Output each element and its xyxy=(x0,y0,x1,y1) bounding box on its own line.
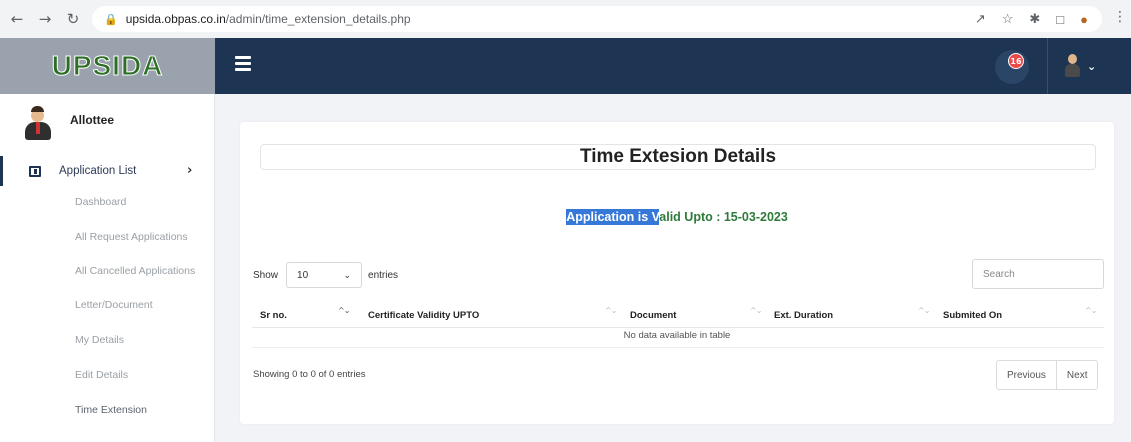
pagination: Previous Next xyxy=(996,360,1099,390)
validity-selected-text: Application is V xyxy=(566,209,660,225)
table-divider xyxy=(252,347,1104,348)
table-info: Showing 0 to 0 of 0 entries xyxy=(253,369,366,380)
sort-icon[interactable]: ^⌄ xyxy=(750,306,762,315)
column-header-certificate-validity[interactable]: Certificate Validity UPTO xyxy=(368,302,479,328)
next-button[interactable]: Next xyxy=(1055,361,1098,389)
sidebar: Allottee Application List › Dashboard Al… xyxy=(0,94,215,442)
forward-icon[interactable]: → xyxy=(34,8,56,30)
empty-table-message: No data available in table xyxy=(623,330,731,341)
page-title: Time Extesion Details xyxy=(579,146,777,167)
details-card: Time Extesion Details Application is Val… xyxy=(240,122,1114,424)
entries-length-control: Show 10 ⌄ entries xyxy=(253,262,398,288)
menu-kebab-icon[interactable]: ⋮ xyxy=(1113,9,1127,25)
table-header: Sr no. ^⌄ Certificate Validity UPTO ^⌄ D… xyxy=(252,302,1104,328)
sidebar-item-edit-details[interactable]: Edit Details xyxy=(75,369,128,381)
sort-icon[interactable]: ^⌄ xyxy=(605,306,617,315)
column-header-ext-duration[interactable]: Ext. Duration xyxy=(774,302,833,328)
address-bar[interactable]: 🔒 upsida.obpas.co.in/admin/time_extensio… xyxy=(92,6,1102,32)
user-avatar-icon xyxy=(1063,54,1081,78)
hamburger-menu-icon[interactable] xyxy=(235,56,251,71)
book-icon xyxy=(29,165,41,177)
profile-name: Allottee xyxy=(70,113,115,127)
profile-icon[interactable]: ● xyxy=(1080,12,1088,27)
entries-label: entries xyxy=(368,269,399,281)
logo: UPSIDA xyxy=(51,50,164,82)
chevron-right-icon: › xyxy=(187,163,193,178)
navbar-divider xyxy=(1047,38,1048,94)
star-icon[interactable]: ☆ xyxy=(1002,11,1014,27)
column-header-submitted-on[interactable]: Submited On xyxy=(943,302,1002,328)
column-header-document[interactable]: Document xyxy=(630,302,676,328)
search-input[interactable]: Search xyxy=(972,259,1104,289)
entries-select-value: 10 xyxy=(297,269,309,281)
top-navbar: 16 ⌄ xyxy=(215,38,1131,94)
chevron-down-icon: ⌄ xyxy=(1087,59,1097,73)
url-domain: upsida.obpas.co.in xyxy=(125,12,226,26)
notification-badge: 16 xyxy=(1008,53,1024,69)
sort-icon[interactable]: ^⌄ xyxy=(918,306,930,315)
sidebar-item-time-extension[interactable]: Time Extension xyxy=(75,404,147,416)
back-icon[interactable]: ← xyxy=(6,8,28,30)
sidebar-item-dashboard[interactable]: Dashboard xyxy=(75,196,126,208)
column-header-sr-no[interactable]: Sr no. xyxy=(260,302,287,328)
extensions-icon[interactable]: ✱ xyxy=(1029,11,1040,27)
sidebar-item-application-list[interactable]: Application List › xyxy=(0,156,215,186)
sidebar-item-all-request-applications[interactable]: All Request Applications xyxy=(75,231,188,243)
sort-icon[interactable]: ^⌄ xyxy=(1085,306,1097,315)
validity-rest-text: alid Upto : 15-03-2023 xyxy=(659,210,788,224)
reload-icon[interactable]: ↻ xyxy=(62,8,84,30)
share-icon[interactable]: ↗ xyxy=(975,11,986,27)
sidebar-item-all-cancelled-applications[interactable]: All Cancelled Applications xyxy=(75,265,195,277)
lock-icon: 🔒 xyxy=(104,13,118,26)
browser-toolbar: ← → ↻ 🔒 upsida.obpas.co.in/admin/time_ex… xyxy=(0,0,1131,38)
logo-area[interactable]: UPSIDA xyxy=(0,38,215,94)
show-label: Show xyxy=(253,269,279,281)
sidebar-item-my-details[interactable]: My Details xyxy=(75,334,124,346)
sidebar-profile: Allottee xyxy=(24,106,114,140)
search-placeholder: Search xyxy=(983,268,1015,280)
page-title-box: Time Extesion Details xyxy=(260,144,1096,170)
previous-button[interactable]: Previous xyxy=(997,361,1056,389)
entries-select[interactable]: 10 ⌄ xyxy=(286,262,363,288)
validity-text: Application is Valid Upto : 15-03-2023 xyxy=(240,209,1114,225)
chevron-down-icon: ⌄ xyxy=(343,269,352,280)
user-menu-button[interactable]: ⌄ xyxy=(1063,52,1118,80)
sidebar-section-label: Application List xyxy=(59,165,137,177)
window-icon[interactable]: □ xyxy=(1056,12,1064,27)
sort-icon[interactable]: ^⌄ xyxy=(338,306,350,315)
sidebar-item-letter-document[interactable]: Letter/Document xyxy=(75,299,153,311)
url-path: /admin/time_extension_details.php xyxy=(225,12,411,26)
avatar xyxy=(24,106,52,140)
